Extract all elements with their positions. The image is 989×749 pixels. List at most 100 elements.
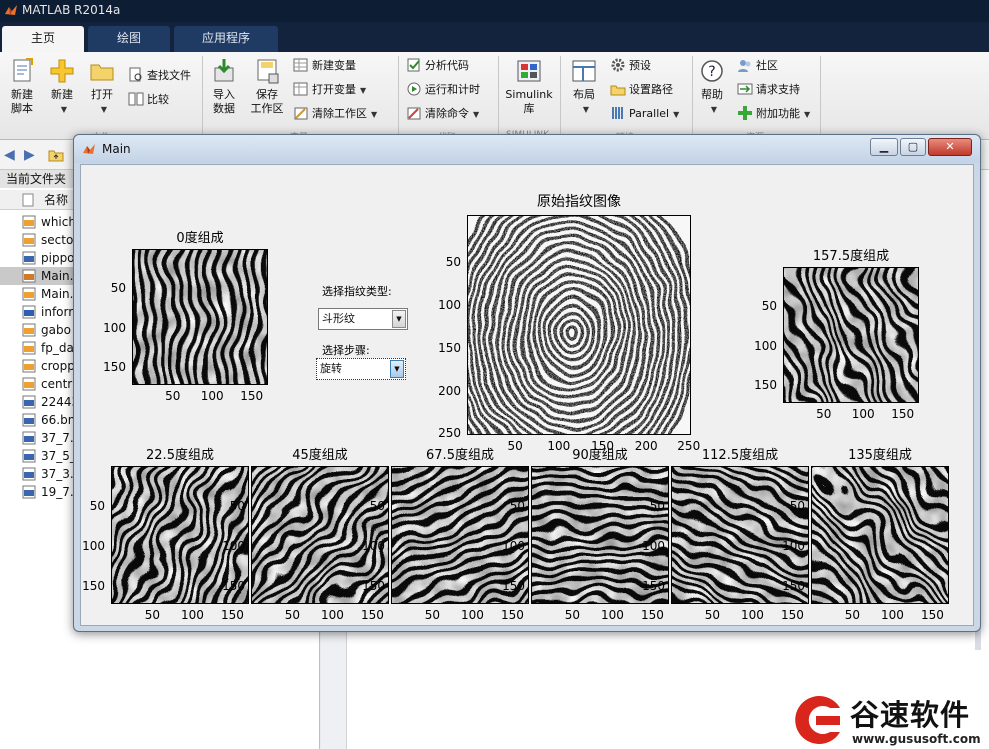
gabor-filtered-image [784,268,918,402]
import-data-button[interactable]: 导入 数据 [204,58,244,116]
community-icon [738,60,751,72]
bmp-file-icon [22,413,36,427]
x-tick-label: 100 [180,608,204,622]
y-tick-label: 50 [110,281,126,296]
x-tick-label: 150 [780,608,804,622]
save-workspace-button[interactable]: 保存 工作区 [246,58,288,116]
open-label: 打开 [91,88,113,101]
layout-icon [572,60,596,82]
y-tick-label: 200 [438,384,461,398]
parallel-icon [612,107,623,119]
new-button[interactable]: 新建 ▼ [42,58,82,117]
save-workspace-icon [257,59,279,84]
preferences-label: 预设 [629,59,651,72]
open-variable-button[interactable]: 打开变量 ▼ [293,80,366,100]
y-tick-label: 100 [103,320,126,335]
x-tick-label: 150 [591,439,614,453]
doc-file-icon [22,305,36,319]
layout-button[interactable]: 布局 ▼ [564,58,604,117]
preferences-button[interactable]: 预设 [610,56,651,76]
svg-text:?: ? [708,64,715,80]
watermark: 谷速软件 www.gususoft.com [790,690,989,749]
clear-commands-button[interactable]: 清除命令 ▼ [406,104,479,124]
x-tick-label: 200 [634,439,658,453]
parallel-label: Parallel [629,107,670,120]
processing-step-value: 旋转 [320,362,342,375]
help-button[interactable]: ? 帮助 ▼ [692,58,732,117]
select-type-label: 选择指纹类型: [322,285,392,298]
bmp-file-icon [22,395,36,409]
watermark-url: www.gususoft.com [852,732,981,746]
compare-button[interactable]: 比较 [128,90,169,110]
m-file-icon [22,377,36,391]
forward-arrow-icon[interactable]: ▶ [24,147,35,163]
chevron-down-icon[interactable]: ▼ [390,360,404,378]
open-button[interactable]: 打开 ▼ [82,58,122,117]
x-tick-label: 250 [677,439,701,453]
name-column-label: 名称 [44,193,69,207]
matlab-logo-icon [5,5,17,15]
file-name: Main. [41,287,74,301]
gabor-filtered-image [133,250,267,384]
x-tick-label: 100 [320,608,344,622]
new-script-icon [13,58,33,82]
new-script-button[interactable]: 新建 脚本 [2,58,42,116]
up-folder-icon[interactable] [48,148,64,162]
y-tick-label: 100 [782,539,805,554]
chevron-down-icon[interactable]: ▼ [392,310,406,328]
y-tick-label: 50 [445,255,461,270]
fingerprint-type-dropdown[interactable]: 斗形纹 ▼ [318,308,408,330]
set-path-label: 设置路径 [629,83,673,96]
x-tick-label: 150 [891,407,915,421]
find-files-button[interactable]: 查找文件 [128,66,191,86]
watermark-brand: 谷速软件 [850,698,971,732]
ribbon-separator [498,56,499,136]
analyze-code-icon [407,58,420,72]
import-data-label: 导入 数据 [213,88,235,115]
addons-button[interactable]: 附加功能 ▼ [737,104,810,124]
figure-window: Main ▁ ▢ ✕ 0度组成 50 100 150 50 100 150 157.5度组成 5… [73,134,981,632]
x-tick-label: 100 [200,389,224,403]
parallel-button[interactable]: Parallel ▼ [610,104,679,124]
file-name: 37_5_ [41,449,76,463]
processing-step-dropdown[interactable]: 旋转 ▼ [316,358,406,380]
run-and-time-button[interactable]: 运行和计时 [406,80,480,100]
simulink-library-icon [517,60,541,82]
original-image-title: 原始指纹图像 [537,194,621,210]
addons-icon [738,106,752,120]
analyze-code-label: 分析代码 [425,59,469,72]
request-support-button[interactable]: 请求支持 [737,80,800,100]
set-path-button[interactable]: 设置路径 [610,80,673,100]
new-script-label: 新建 脚本 [11,88,33,115]
new-variable-button[interactable]: 新建变量 [293,56,356,76]
tab-plots[interactable]: 绘图 [88,26,170,52]
y-tick-label: 100 [754,338,777,353]
y-tick-label: 150 [754,378,777,393]
tab-home[interactable]: 主页 [2,26,84,52]
back-arrow-icon[interactable]: ◀ [4,147,15,163]
y-tick-label: 100 [438,298,461,313]
analyze-code-button[interactable]: 分析代码 [406,56,469,76]
new-plus-icon [50,59,74,83]
bmp-file-icon [22,431,36,445]
x-tick-label: 50 [144,608,161,622]
simulink-library-button[interactable]: Simulink 库 [504,58,554,116]
community-button[interactable]: 社区 [737,56,778,76]
new-variable-icon [293,58,308,72]
orientation-image-axes [811,466,949,604]
y-tick-label: 50 [761,299,777,314]
find-files-icon [129,67,142,82]
file-name: cropp [41,359,75,373]
close-button[interactable]: ✕ [928,138,972,156]
tab-apps[interactable]: 应用程序 [174,26,278,52]
axes-title: 0度组成 [176,231,224,246]
y-tick-label: 50 [649,499,665,514]
maximize-button[interactable]: ▢ [900,138,926,156]
file-name: pippo [41,251,75,265]
y-tick-label: 150 [782,579,805,594]
bmp-file-icon [22,449,36,463]
clear-workspace-button[interactable]: 清除工作区 ▼ [293,104,377,124]
figure-titlebar[interactable]: Main ▁ ▢ ✕ [74,135,980,163]
minimize-button[interactable]: ▁ [870,138,898,156]
orientation-image-axes [783,267,919,403]
